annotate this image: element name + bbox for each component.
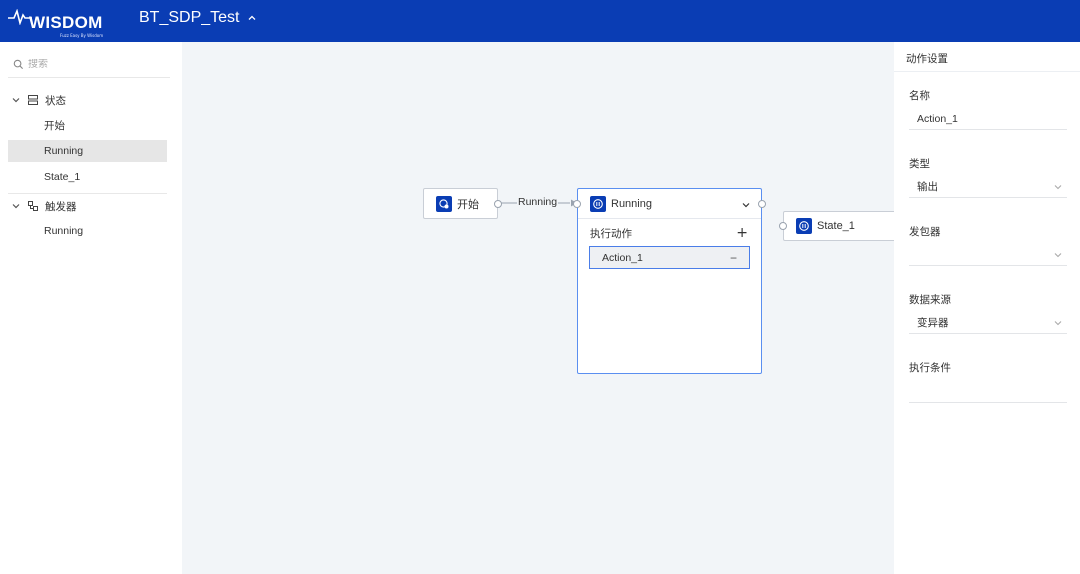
chevron-down-icon bbox=[12, 204, 20, 209]
flow-canvas[interactable]: 开始 Running Running 执行动作 + Action_1 − Sta… bbox=[182, 42, 894, 574]
sidebar-item-state1[interactable]: State_1 bbox=[8, 166, 167, 188]
panel-title: 动作设置 bbox=[906, 53, 948, 65]
type-select[interactable]: 输出 bbox=[909, 176, 1067, 198]
action-item[interactable]: Action_1 − bbox=[589, 246, 750, 269]
datasource-select[interactable]: 变异器 bbox=[909, 312, 1067, 334]
node-state1[interactable]: State_1 bbox=[779, 211, 894, 241]
edge-label[interactable]: Running bbox=[517, 196, 559, 208]
top-header: WISDOM Fuzz Easy By Wisdom BT_SDP_Test bbox=[0, 0, 1080, 42]
panel-divider bbox=[894, 71, 1080, 72]
action-item-label: Action_1 bbox=[602, 251, 643, 264]
project-name: BT_SDP_Test bbox=[139, 9, 240, 26]
sidebar-search bbox=[8, 52, 170, 78]
action-name-value: Action_1 bbox=[917, 112, 958, 125]
sidebar-item-trigger-running[interactable]: Running bbox=[8, 220, 167, 242]
action-name-input[interactable]: Action_1 bbox=[909, 108, 1067, 130]
field-name-label: 名称 bbox=[909, 90, 930, 102]
chevron-down-icon bbox=[1054, 252, 1062, 257]
chevron-down-icon bbox=[1054, 184, 1062, 189]
chevron-down-icon bbox=[1054, 320, 1062, 325]
group-label-triggers: 触发器 bbox=[45, 200, 77, 213]
type-select-value: 输出 bbox=[917, 181, 938, 193]
field-type-label: 类型 bbox=[909, 158, 930, 170]
chevron-down-icon[interactable] bbox=[741, 200, 751, 210]
field-sender-label: 发包器 bbox=[909, 226, 941, 238]
node-start[interactable]: 开始 bbox=[423, 188, 502, 219]
node-start-out-port[interactable] bbox=[494, 200, 502, 208]
chevron-up-icon bbox=[249, 15, 256, 20]
edge-start-running bbox=[501, 199, 577, 207]
search-input[interactable] bbox=[28, 59, 158, 70]
logo-text: WISDOM bbox=[29, 13, 103, 32]
project-selector[interactable]: BT_SDP_Test bbox=[139, 9, 257, 27]
datasource-select-value: 变异器 bbox=[917, 317, 949, 329]
group-label-states: 状态 bbox=[45, 94, 66, 107]
left-sidebar: 状态 开始 Running State_1 触发器 Running bbox=[0, 42, 182, 574]
running-state-icon bbox=[590, 195, 606, 212]
node-running-in-port[interactable] bbox=[573, 200, 581, 208]
node-state1-label: State_1 bbox=[817, 220, 855, 232]
remove-action-button[interactable]: − bbox=[730, 251, 737, 265]
group-states[interactable]: 状态 bbox=[8, 89, 170, 111]
exec-actions-row: 执行动作 + bbox=[590, 225, 748, 241]
state1-icon bbox=[796, 218, 812, 234]
sidebar-item-start[interactable]: 开始 bbox=[8, 114, 167, 136]
action-settings-panel: 动作设置 名称 Action_1 类型 输出 发包器 数据来源 变异器 执行条件 bbox=[894, 42, 1080, 574]
node-running-label: Running bbox=[611, 197, 652, 210]
condition-input[interactable] bbox=[909, 381, 1067, 403]
node-running[interactable]: Running 执行动作 + Action_1 − bbox=[573, 188, 766, 374]
exec-actions-label: 执行动作 bbox=[590, 227, 632, 240]
trigger-icon bbox=[28, 201, 38, 211]
logo-tagline: Fuzz Easy By Wisdom bbox=[60, 33, 104, 38]
start-icon bbox=[436, 196, 452, 212]
field-condition-label: 执行条件 bbox=[909, 362, 951, 374]
sidebar-item-running[interactable]: Running bbox=[8, 140, 167, 162]
sidebar-divider bbox=[8, 193, 167, 194]
node-state1-in-port[interactable] bbox=[779, 222, 787, 230]
wisdom-logo[interactable]: WISDOM Fuzz Easy By Wisdom bbox=[8, 5, 108, 38]
group-triggers[interactable]: 触发器 bbox=[8, 195, 170, 217]
add-action-button[interactable]: + bbox=[736, 226, 748, 240]
state-icon bbox=[28, 95, 38, 105]
field-datasource-label: 数据来源 bbox=[909, 294, 951, 306]
chevron-down-icon bbox=[12, 98, 20, 103]
node-start-label: 开始 bbox=[457, 199, 479, 211]
sender-select[interactable] bbox=[909, 244, 1067, 266]
node-running-out-port[interactable] bbox=[758, 200, 766, 208]
search-icon bbox=[13, 59, 24, 70]
